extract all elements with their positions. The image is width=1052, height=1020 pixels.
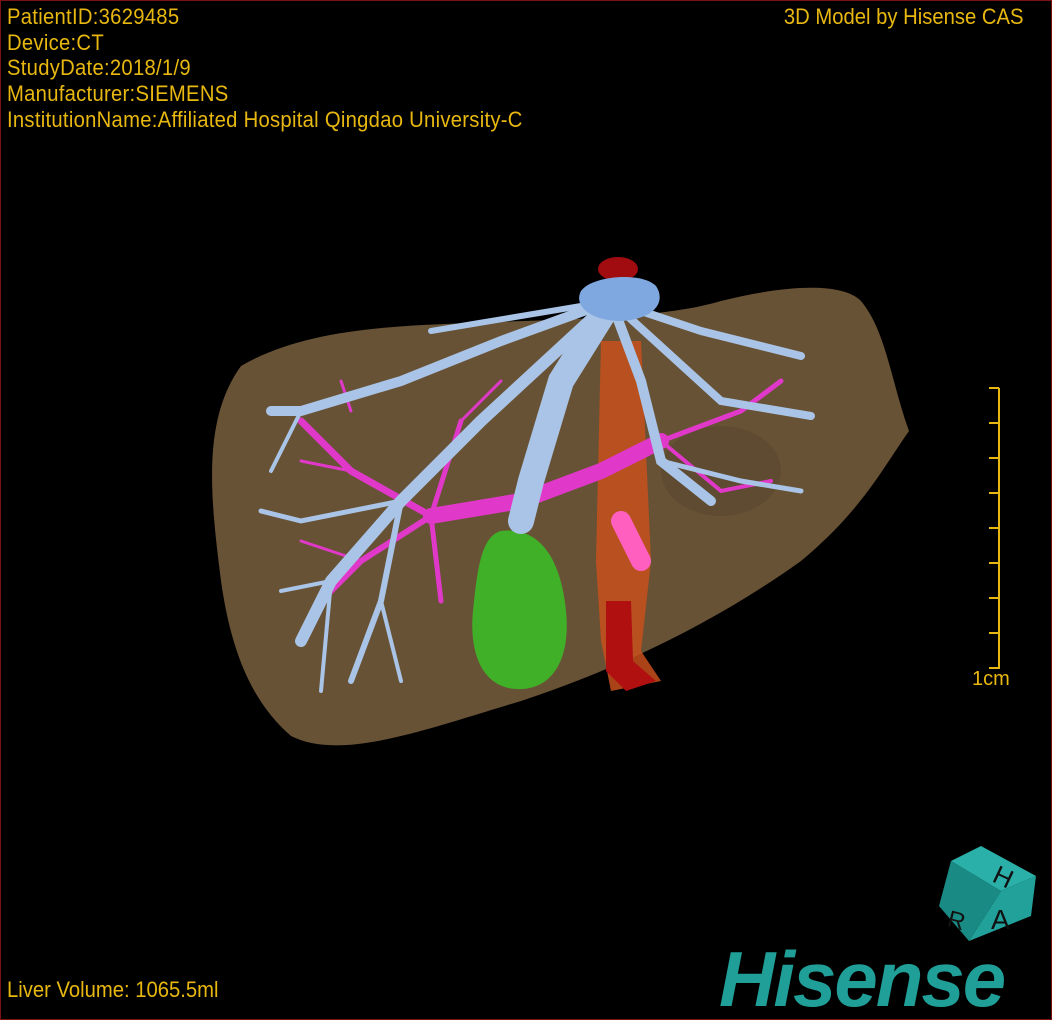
- liver-3d-model[interactable]: H R A: [1, 1, 1051, 1019]
- scale-bar-label: 1cm: [972, 668, 1010, 690]
- hepatic-vein-confluence: [579, 276, 660, 321]
- institution-name: InstitutionName:Affiliated Hospital Qing…: [7, 106, 523, 132]
- liver-volume: Liver Volume: 1065.5ml: [7, 977, 219, 1002]
- hisense-logo: Hisense: [719, 935, 1006, 1020]
- scale-bar: [989, 387, 1000, 669]
- manufacturer: Manufacturer:SIEMENS: [7, 81, 229, 107]
- 3d-viewport[interactable]: H R A PatientID:3629485 Device:CT StudyD…: [0, 0, 1052, 1020]
- orientation-cube[interactable]: H R A: [939, 846, 1036, 941]
- cube-face-a: A: [991, 904, 1010, 935]
- model-credit: 3D Model by Hisense CAS: [783, 4, 1023, 29]
- device: Device:CT: [7, 29, 104, 55]
- study-date: StudyDate:2018/1/9: [7, 55, 191, 81]
- patient-id: PatientID:3629485: [7, 4, 180, 29]
- dicom-info: PatientID:3629485 Device:CT StudyDate:20…: [7, 4, 523, 132]
